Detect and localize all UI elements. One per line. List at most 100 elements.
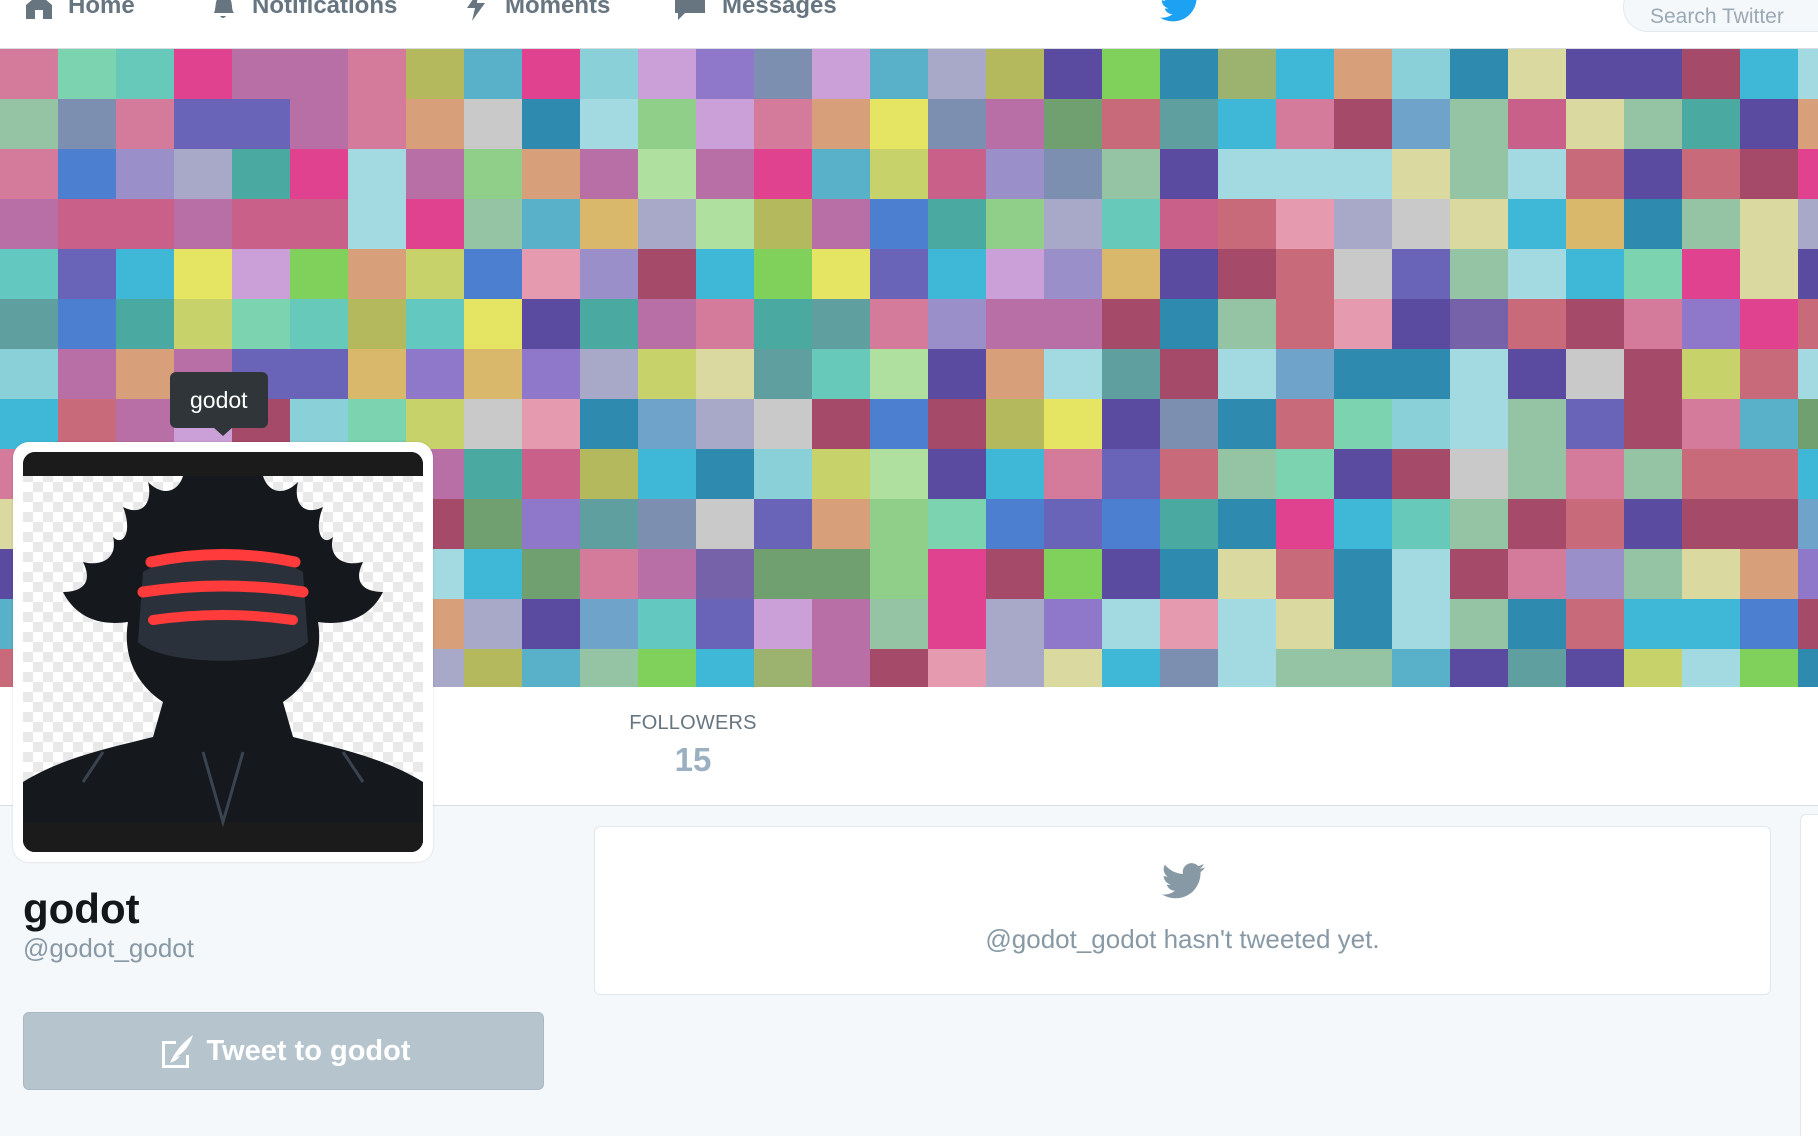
nav-home-label: Home <box>68 0 135 19</box>
banner-tile <box>696 299 755 350</box>
banner-tile <box>638 499 697 550</box>
nav-notifications[interactable]: Notifications <box>206 0 397 26</box>
banner-tile <box>812 249 871 300</box>
banner-tile <box>638 299 697 350</box>
banner-tile <box>522 449 581 500</box>
banner-tile <box>638 249 697 300</box>
banner-tile <box>1624 449 1683 500</box>
nav-messages-label: Messages <box>722 0 837 19</box>
banner-tile <box>754 399 813 450</box>
banner-tile <box>1160 599 1219 650</box>
profile-handle[interactable]: @godot_godot <box>23 933 194 964</box>
banner-tile <box>928 199 987 250</box>
nav-moments[interactable]: Moments <box>459 0 610 26</box>
bell-icon <box>214 0 234 18</box>
banner-tile <box>1392 449 1451 500</box>
banner-tile <box>1682 199 1741 250</box>
banner-tile <box>928 449 987 500</box>
banner-tile <box>1044 299 1103 350</box>
banner-tile <box>290 349 349 400</box>
banner-tile <box>580 249 639 300</box>
banner-tile <box>870 249 929 300</box>
banner-tile <box>1566 499 1625 550</box>
banner-tile <box>1624 299 1683 350</box>
banner-tile <box>1044 349 1103 400</box>
banner-tile <box>1450 449 1509 500</box>
banner-tile <box>1450 549 1509 600</box>
banner-tile <box>812 649 871 687</box>
right-sidebar-edge <box>1800 814 1818 1136</box>
banner-tile <box>174 299 233 350</box>
banner-tile <box>1798 599 1818 650</box>
bird-logo-icon[interactable] <box>1160 0 1202 22</box>
banner-tile <box>174 49 233 100</box>
banner-tile <box>638 199 697 250</box>
followers-stat[interactable]: FOLLOWERS 15 <box>623 712 763 779</box>
banner-tile <box>348 49 407 100</box>
banner-tile <box>1450 99 1509 150</box>
banner-tile <box>522 599 581 650</box>
banner-tile <box>0 199 59 250</box>
banner-tile <box>464 49 523 100</box>
banner-tile <box>1160 549 1219 600</box>
banner-tile <box>290 49 349 100</box>
nav-home[interactable]: Home <box>22 0 135 26</box>
banner-tile <box>1682 449 1741 500</box>
tweet-to-button[interactable]: Tweet to godot <box>23 1012 544 1090</box>
banner-tile <box>1740 99 1799 150</box>
banner-tile <box>1798 249 1818 300</box>
banner-tile <box>1798 349 1818 400</box>
banner-tile <box>580 149 639 200</box>
banner-tile <box>1740 499 1799 550</box>
banner-tile <box>870 199 929 250</box>
banner-tile <box>1740 49 1799 100</box>
banner-tile <box>1102 249 1161 300</box>
banner-tile <box>870 649 929 687</box>
banner-tile <box>696 649 755 687</box>
banner-tile <box>0 49 59 100</box>
nav-messages[interactable]: Messages <box>670 0 837 26</box>
banner-tile <box>1624 399 1683 450</box>
banner-tile <box>1044 149 1103 200</box>
banner-tile <box>464 549 523 600</box>
tooltip-arrow <box>213 427 233 436</box>
banner-tile <box>1682 349 1741 400</box>
banner-tile <box>1392 299 1451 350</box>
banner-tile <box>406 199 465 250</box>
banner-tile <box>986 649 1045 687</box>
banner-tile <box>522 399 581 450</box>
banner-tile <box>1392 99 1451 150</box>
banner-tile <box>1798 299 1818 350</box>
banner-tile <box>870 99 929 150</box>
banner-tile <box>1740 649 1799 687</box>
bird-icon <box>1162 863 1206 899</box>
banner-tile <box>986 399 1045 450</box>
banner-tile <box>696 549 755 600</box>
banner-tile <box>0 299 59 350</box>
banner-tile <box>1450 299 1509 350</box>
banner-tile <box>1334 599 1393 650</box>
banner-tile <box>754 149 813 200</box>
banner-tile <box>1450 249 1509 300</box>
banner-tile <box>1160 299 1219 350</box>
banner-tile <box>116 199 175 250</box>
banner-tile <box>1682 49 1741 100</box>
banner-tile <box>696 499 755 550</box>
banner-tile <box>580 449 639 500</box>
banner-tile <box>1334 299 1393 350</box>
banner-tile <box>1334 399 1393 450</box>
banner-tile <box>1798 449 1818 500</box>
avatar[interactable] <box>23 452 423 852</box>
search-input[interactable] <box>1623 0 1818 32</box>
banner-tile <box>1392 499 1451 550</box>
banner-tile <box>580 499 639 550</box>
banner-tile <box>1392 249 1451 300</box>
banner-tile <box>522 499 581 550</box>
banner-tile <box>986 349 1045 400</box>
profile-name[interactable]: godot <box>23 885 140 933</box>
banner-tile <box>522 249 581 300</box>
lightning-icon <box>467 0 485 21</box>
banner-tile <box>1102 49 1161 100</box>
followers-label: FOLLOWERS <box>629 712 757 734</box>
banner-tile <box>638 349 697 400</box>
